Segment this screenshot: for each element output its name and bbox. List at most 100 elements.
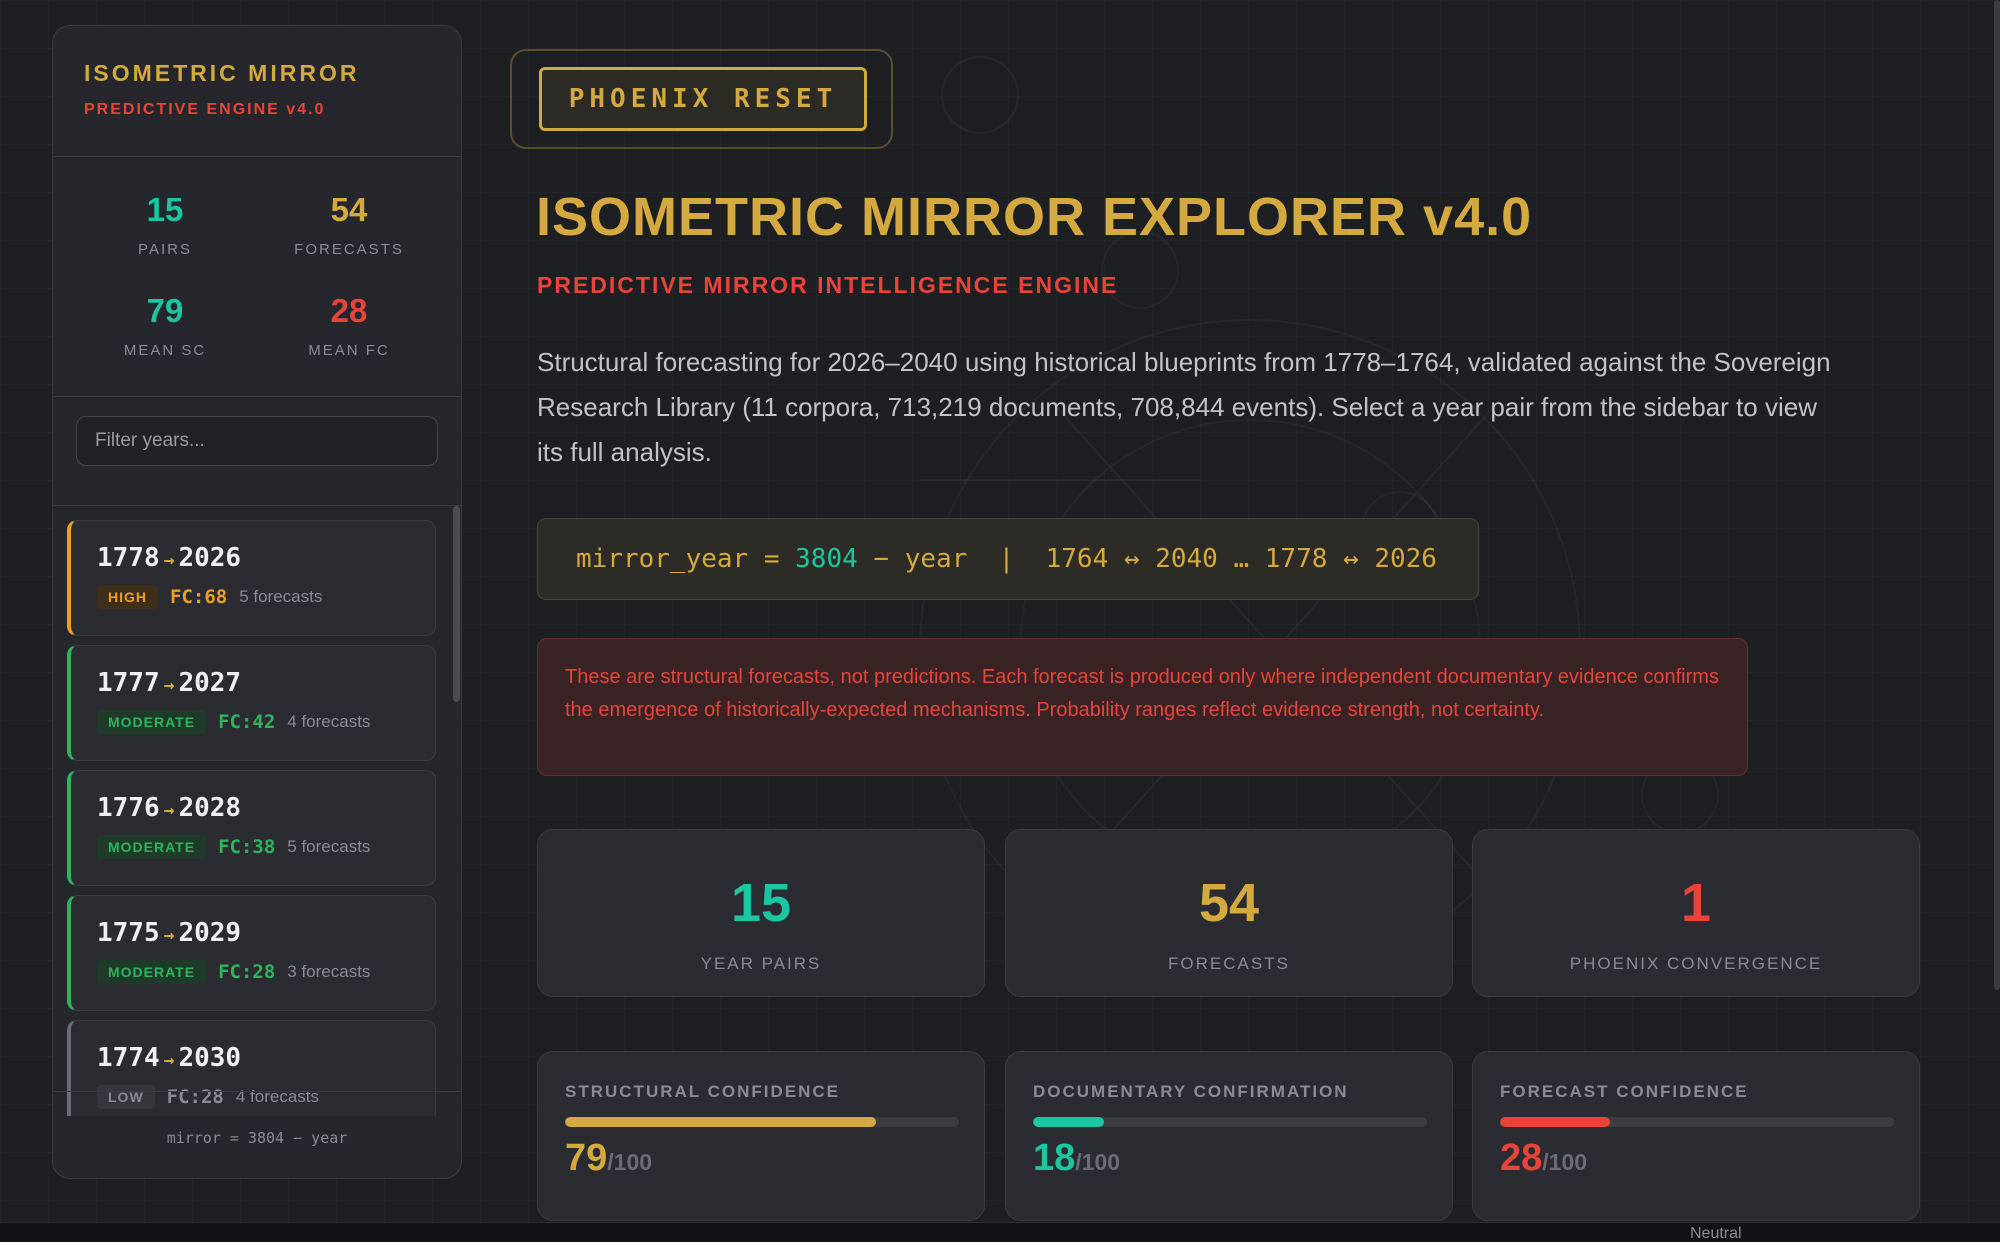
sidebar-scrollbar[interactable] <box>453 506 460 702</box>
sidebar-header: ISOMETRIC MIRROR PREDICTIVE ENGINE v4.0 <box>53 26 461 157</box>
forecast-confidence-card: FORECAST CONFIDENCE 28/100 <box>1472 1051 1920 1221</box>
pair-from: 1778 <box>97 543 160 573</box>
page-scrollbar[interactable] <box>1994 0 2000 990</box>
sidebar-footer: mirror = 3804 − year <box>53 1091 461 1178</box>
pair-card-1776-2028[interactable]: 1776 → 2028 MODERATE FC:38 5 forecasts <box>67 770 436 886</box>
confidence-badge: MODERATE <box>97 960 207 984</box>
stat-label: MEAN FC <box>308 341 390 359</box>
progress-fill <box>1500 1117 1611 1127</box>
conf-max: /100 <box>1542 1149 1588 1175</box>
progress-track <box>565 1117 959 1127</box>
stat-label: MEAN SC <box>123 341 207 359</box>
page-title: ISOMETRIC MIRROR EXPLORER v4.0 <box>536 187 1533 247</box>
progress-fill <box>1033 1117 1104 1127</box>
bottom-panel-edge: Neutral <box>0 1222 2000 1242</box>
pair-years: 1775 → 2029 <box>97 918 409 948</box>
pair-from: 1775 <box>97 918 160 948</box>
conf-label: DOCUMENTARY CONFIRMATION <box>1033 1082 1349 1101</box>
conf-number: 79 <box>565 1137 608 1179</box>
stat-card-value: 15 <box>730 873 792 933</box>
pair-from: 1776 <box>97 793 160 823</box>
pair-years: 1778 → 2026 <box>97 543 409 573</box>
stat-mean-fc: 28 MEAN FC <box>257 292 441 371</box>
conf-max: /100 <box>607 1149 653 1175</box>
pair-to: 2029 <box>178 918 242 948</box>
pair-years: 1776 → 2028 <box>97 793 409 823</box>
stat-forecasts: 54 FORECASTS <box>257 191 441 270</box>
pair-meta: MODERATE FC:28 3 forecasts <box>97 960 409 984</box>
arrow-right-icon: → <box>163 550 175 571</box>
pair-years: 1777 → 2027 <box>97 668 409 698</box>
conf-number: 18 <box>1033 1137 1076 1179</box>
stat-card-label: YEAR PAIRS <box>700 954 822 973</box>
stat-card-forecasts: 54 FORECASTS <box>1005 829 1453 997</box>
conf-label: STRUCTURAL CONFIDENCE <box>565 1082 840 1101</box>
arrow-right-icon: → <box>163 925 175 946</box>
filter-section: Filter years... <box>53 397 461 506</box>
sidebar-subtitle: PREDICTIVE ENGINE v4.0 <box>84 101 326 118</box>
stat-label: FORECASTS <box>294 241 404 258</box>
pair-to: 2026 <box>178 543 242 573</box>
conf-max: /100 <box>1075 1149 1121 1175</box>
pair-to: 2027 <box>178 668 242 698</box>
pair-to: 2030 <box>178 1043 242 1073</box>
sidebar-stats: 15 PAIRS 54 FORECASTS 79 MEAN SC 28 MEAN… <box>53 157 461 397</box>
formula-suffix: − year | 1764 ↔ 2040 … 1778 ↔ 2026 <box>857 544 1437 574</box>
stat-pairs: 15 PAIRS <box>73 191 257 270</box>
stat-card-value: 54 <box>1198 873 1260 933</box>
pair-meta: MODERATE FC:42 4 forecasts <box>97 710 409 734</box>
progress-track <box>1500 1117 1894 1127</box>
mirror-formula: mirror_year = 3804 − year | 1764 ↔ 2040 … <box>537 518 1479 600</box>
forecast-confidence: FC:38 <box>218 836 276 858</box>
conf-value: 18/100 <box>1033 1137 1425 1180</box>
pair-to: 2028 <box>178 793 242 823</box>
stat-value: 15 <box>146 191 184 228</box>
pair-meta: HIGH FC:68 5 forecasts <box>97 585 409 609</box>
stat-card-label: FORECASTS <box>1168 954 1290 973</box>
phoenix-reset-button[interactable]: PHOENIX RESET <box>539 67 867 131</box>
stat-value: 28 <box>330 291 368 329</box>
structural-confidence-card: STRUCTURAL CONFIDENCE 79/100 <box>537 1051 985 1221</box>
formula-prefix: mirror_year = <box>576 544 796 574</box>
stat-card-label: PHOENIX CONVERGENCE <box>1569 954 1823 973</box>
stat-value: 79 <box>146 291 184 329</box>
pair-from: 1774 <box>97 1043 160 1073</box>
neutral-label: Neutral <box>1690 1225 1742 1242</box>
arrow-right-icon: → <box>163 800 175 821</box>
disclaimer-box: These are structural forecasts, not pred… <box>537 638 1748 776</box>
sidebar: ISOMETRIC MIRROR PREDICTIVE ENGINE v4.0 … <box>52 25 462 1179</box>
sidebar-title: ISOMETRIC MIRROR <box>84 60 360 86</box>
pair-card-1775-2029[interactable]: 1775 → 2029 MODERATE FC:28 3 forecasts <box>67 895 436 1011</box>
arrow-right-icon: → <box>163 1050 175 1071</box>
page-subtitle: PREDICTIVE MIRROR INTELLIGENCE ENGINE <box>537 272 1119 298</box>
conf-value: 79/100 <box>565 1137 957 1180</box>
stat-card-value: 1 <box>1680 873 1712 933</box>
forecast-confidence: FC:42 <box>218 711 276 733</box>
year-pair-list[interactable]: 1778 → 2026 HIGH FC:68 5 forecasts 1777 → 20… <box>53 506 461 1116</box>
pair-card-1777-2027[interactable]: 1777 → 2027 MODERATE FC:42 4 forecasts <box>67 645 436 761</box>
progress-track <box>1033 1117 1427 1127</box>
stat-card-phoenix-convergence: 1 PHOENIX CONVERGENCE <box>1472 829 1920 997</box>
stat-card-year-pairs: 15 YEAR PAIRS <box>537 829 985 997</box>
stat-mean-sc: 79 MEAN SC <box>73 292 257 371</box>
forecast-count: 3 forecasts <box>287 962 371 981</box>
confidence-badge: HIGH <box>97 585 158 609</box>
confidence-badge: MODERATE <box>97 835 207 859</box>
intro-text: Structural forecasting for 2026–2040 usi… <box>537 347 1831 467</box>
filter-years-input[interactable]: Filter years... <box>76 416 438 466</box>
conf-number: 28 <box>1500 1137 1543 1179</box>
phoenix-reset-wrapper: PHOENIX RESET <box>510 49 893 149</box>
forecast-count: 5 forecasts <box>287 837 371 856</box>
conf-value: 28/100 <box>1500 1137 1892 1180</box>
forecast-confidence: FC:68 <box>170 586 228 608</box>
forecast-count: 4 forecasts <box>287 712 371 731</box>
conf-label: FORECAST CONFIDENCE <box>1500 1082 1749 1101</box>
pair-years: 1774 → 2030 <box>97 1043 409 1073</box>
pair-meta: MODERATE FC:38 5 forecasts <box>97 835 409 859</box>
stat-value: 54 <box>330 191 368 228</box>
progress-fill <box>565 1117 877 1127</box>
forecast-confidence: FC:28 <box>218 961 276 983</box>
pair-card-1778-2026[interactable]: 1778 → 2026 HIGH FC:68 5 forecasts <box>67 520 436 636</box>
arrow-right-icon: → <box>163 675 175 696</box>
stat-label: PAIRS <box>138 241 192 258</box>
